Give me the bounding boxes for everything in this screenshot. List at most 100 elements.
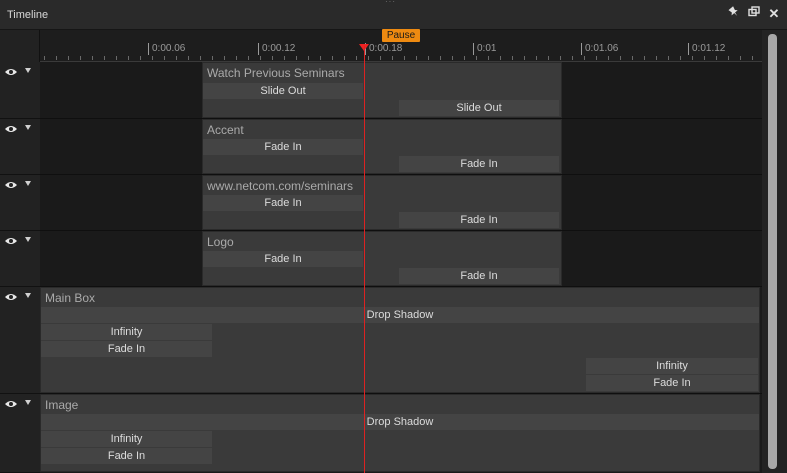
vertical-scrollbar[interactable] xyxy=(762,30,787,473)
ruler-minor-tick xyxy=(572,56,573,60)
effect-fade-in[interactable]: Fade In xyxy=(41,448,212,464)
effect-drop-shadow[interactable]: Drop Shadow xyxy=(41,414,759,430)
effect-fade-in[interactable]: Fade In xyxy=(41,341,212,357)
ruler-minor-tick xyxy=(164,56,165,60)
ruler-minor-tick xyxy=(272,56,273,60)
ruler-minor-tick xyxy=(224,56,225,60)
track-controls xyxy=(0,394,40,473)
ruler-minor-tick xyxy=(44,56,45,60)
visibility-eye-icon[interactable] xyxy=(5,68,17,76)
ruler-minor-tick xyxy=(488,56,489,60)
ruler-minor-tick xyxy=(608,56,609,60)
ruler-minor-tick xyxy=(356,56,357,60)
ruler-minor-tick xyxy=(632,56,633,60)
effect-fade-in[interactable]: Fade In xyxy=(399,156,559,172)
ruler-minor-tick xyxy=(344,56,345,60)
clip-title: www.netcom.com/seminars xyxy=(207,179,354,193)
ruler-minor-tick xyxy=(452,56,453,60)
pin-icon[interactable] xyxy=(726,6,742,22)
ruler-minor-tick xyxy=(200,56,201,60)
ruler-minor-tick xyxy=(536,56,537,60)
clip-title: Accent xyxy=(207,123,244,137)
effect-slide-out[interactable]: Slide Out xyxy=(399,100,559,116)
ruler-minor-tick xyxy=(104,56,105,60)
visibility-eye-icon[interactable] xyxy=(5,125,17,133)
ruler-minor-tick xyxy=(176,56,177,60)
ruler-label: 0:00.06 xyxy=(148,43,185,55)
ruler-minor-tick xyxy=(380,56,381,60)
ruler-minor-tick xyxy=(80,56,81,60)
playhead-line xyxy=(364,46,365,473)
expand-arrow-icon[interactable] xyxy=(25,125,31,130)
effect-fade-in[interactable]: Fade In xyxy=(203,251,363,267)
effect-infinity[interactable]: Infinity xyxy=(41,324,212,340)
track-area: Watch Previous Seminars Slide Out Slide … xyxy=(40,62,762,473)
ruler-minor-tick xyxy=(584,56,585,60)
restore-icon[interactable] xyxy=(746,6,762,22)
ruler-minor-tick xyxy=(440,56,441,60)
ruler-minor-tick xyxy=(716,56,717,60)
ruler-minor-tick xyxy=(728,56,729,60)
drag-grip[interactable]: ··· xyxy=(385,0,401,6)
ruler-label: 0:00.12 xyxy=(258,43,295,55)
ruler-minor-tick xyxy=(392,56,393,60)
track-controls xyxy=(0,231,40,287)
ruler-minor-tick xyxy=(620,56,621,60)
effect-infinity[interactable]: Infinity xyxy=(41,431,212,447)
effect-fade-in[interactable]: Fade In xyxy=(203,139,363,155)
ruler-minor-tick xyxy=(704,56,705,60)
pause-marker[interactable]: Pause xyxy=(382,29,420,42)
ruler-minor-tick xyxy=(416,56,417,60)
effect-fade-in[interactable]: Fade In xyxy=(399,268,559,284)
ruler-minor-tick xyxy=(740,56,741,60)
track-controls xyxy=(0,119,40,175)
clip-title: Image xyxy=(45,398,79,412)
ruler-minor-tick xyxy=(680,56,681,60)
ruler-minor-tick xyxy=(188,56,189,60)
ruler-minor-tick xyxy=(212,56,213,60)
ruler-minor-tick xyxy=(692,56,693,60)
expand-arrow-icon[interactable] xyxy=(25,181,31,186)
ruler-minor-tick xyxy=(56,56,57,60)
ruler-minor-tick xyxy=(596,56,597,60)
expand-arrow-icon[interactable] xyxy=(25,237,31,242)
ruler-minor-tick xyxy=(92,56,93,60)
scrollbar-thumb[interactable] xyxy=(768,34,777,469)
visibility-eye-icon[interactable] xyxy=(5,181,17,189)
clip-title: Main Box xyxy=(45,291,96,305)
ruler-minor-tick xyxy=(260,56,261,60)
track-controls xyxy=(0,287,40,394)
ruler-label: 0:01.12 xyxy=(688,43,725,55)
expand-arrow-icon[interactable] xyxy=(25,293,31,298)
ruler-minor-tick xyxy=(560,56,561,60)
ruler-label: 0:00.18 xyxy=(365,43,402,55)
ruler-minor-tick xyxy=(512,56,513,60)
expand-arrow-icon[interactable] xyxy=(25,68,31,73)
effect-slide-out[interactable]: Slide Out xyxy=(203,83,363,99)
clip-title: Watch Previous Seminars xyxy=(207,66,345,80)
ruler-minor-tick xyxy=(644,56,645,60)
ruler-label: 0:01.06 xyxy=(581,43,618,55)
ruler-minor-tick xyxy=(524,56,525,60)
effect-drop-shadow[interactable]: Drop Shadow xyxy=(41,307,759,323)
visibility-eye-icon[interactable] xyxy=(5,400,17,408)
panel-titlebar: ··· Timeline ✕ xyxy=(0,0,787,30)
effect-fade-in[interactable]: Fade In xyxy=(203,195,363,211)
track-controls xyxy=(0,175,40,231)
ruler-minor-tick xyxy=(128,56,129,60)
ruler-minor-tick xyxy=(752,56,753,60)
ruler-minor-tick xyxy=(284,56,285,60)
ruler-minor-tick xyxy=(236,56,237,60)
clip-title: Logo xyxy=(207,235,234,249)
effect-infinity[interactable]: Infinity xyxy=(586,358,758,374)
ruler-minor-tick xyxy=(548,56,549,60)
close-icon[interactable]: ✕ xyxy=(766,6,782,22)
visibility-eye-icon[interactable] xyxy=(5,293,17,301)
effect-fade-in[interactable]: Fade In xyxy=(399,212,559,228)
ruler-minor-tick xyxy=(320,56,321,60)
expand-arrow-icon[interactable] xyxy=(25,400,31,405)
effect-fade-in[interactable]: Fade In xyxy=(586,375,758,391)
ruler-minor-tick xyxy=(368,56,369,60)
ruler-minor-tick xyxy=(248,56,249,60)
visibility-eye-icon[interactable] xyxy=(5,237,17,245)
